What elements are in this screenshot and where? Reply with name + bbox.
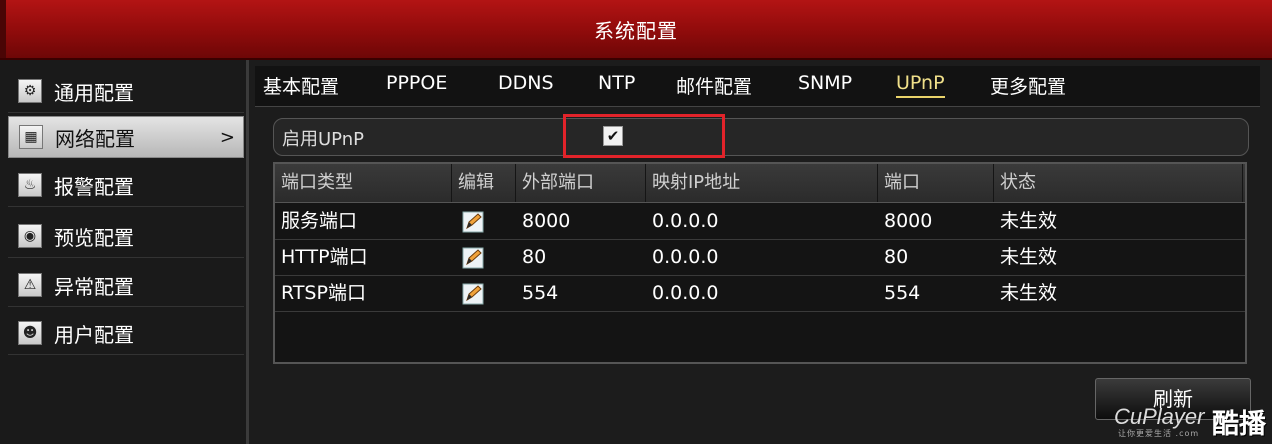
- eye-icon: ◉: [18, 224, 42, 248]
- tab-basic[interactable]: 基本配置: [263, 72, 339, 99]
- tab-snmp[interactable]: SNMP: [798, 72, 852, 94]
- title-bar-edge: [0, 0, 6, 58]
- upnp-enable-row: 启用UPnP ✔: [273, 118, 1249, 156]
- column-header-port: 端口: [878, 164, 994, 202]
- edit-icon[interactable]: [462, 211, 484, 233]
- sidebar-item-alarm[interactable]: ♨ 报警配置: [8, 164, 244, 207]
- sidebar-item-user[interactable]: ☻ 用户配置: [8, 312, 244, 355]
- chevron-right-icon: >: [219, 126, 235, 148]
- network-icon: ▦: [19, 125, 43, 149]
- cell-port-type: RTSP端口: [281, 282, 366, 304]
- cell-status: 未生效: [1000, 210, 1058, 232]
- window-title: 系统配置: [594, 18, 678, 43]
- edit-icon[interactable]: [462, 247, 484, 269]
- tab-bar: 基本配置 PPPOE DDNS NTP 邮件配置 SNMP UPnP 更多配置: [255, 66, 1260, 107]
- port-mapping-table: 端口类型 编辑 外部端口 映射IP地址 端口 状态 服务端口 8000 0.0.…: [273, 162, 1247, 364]
- cell-mapped-ip: 0.0.0.0: [652, 246, 719, 268]
- sidebar-item-label: 预览配置: [54, 225, 134, 250]
- sidebar-item-exception[interactable]: ⚠ 异常配置: [8, 264, 244, 307]
- tab-upnp[interactable]: UPnP: [896, 72, 945, 98]
- column-header-edit: 编辑: [452, 164, 516, 202]
- cell-port: 8000: [884, 210, 933, 232]
- cell-port: 554: [884, 282, 921, 304]
- users-icon: ☻: [18, 321, 42, 345]
- sidebar-item-general[interactable]: ⚙ 通用配置: [8, 70, 244, 113]
- sidebar: ⚙ 通用配置 ▦ 网络配置 > ♨ 报警配置 ◉ 预览配置 ⚠ 异常配置 ☻ 用…: [0, 60, 249, 444]
- cell-external-port: 8000: [522, 210, 571, 232]
- sidebar-item-label: 网络配置: [55, 126, 135, 151]
- cell-status: 未生效: [1000, 282, 1058, 304]
- main-content: 基本配置 PPPOE DDNS NTP 邮件配置 SNMP UPnP 更多配置 …: [249, 60, 1272, 444]
- column-header-mapped-ip: 映射IP地址: [646, 164, 878, 202]
- sidebar-item-label: 异常配置: [54, 274, 134, 299]
- cell-mapped-ip: 0.0.0.0: [652, 282, 719, 304]
- tab-ntp[interactable]: NTP: [598, 72, 635, 94]
- edit-icon[interactable]: [462, 283, 484, 305]
- table-row[interactable]: 服务端口 8000 0.0.0.0 8000 未生效: [275, 203, 1245, 240]
- table-row[interactable]: RTSP端口 554 0.0.0.0 554 未生效: [275, 275, 1245, 312]
- tab-more[interactable]: 更多配置: [990, 72, 1066, 99]
- gear-icon: ⚙: [18, 79, 42, 103]
- cell-port: 80: [884, 246, 909, 268]
- sidebar-item-label: 报警配置: [54, 174, 134, 199]
- cell-mapped-ip: 0.0.0.0: [652, 210, 719, 232]
- cell-port-type: HTTP端口: [281, 246, 368, 268]
- cell-port-type: 服务端口: [281, 210, 358, 232]
- column-header-external-port: 外部端口: [516, 164, 646, 202]
- tab-email[interactable]: 邮件配置: [676, 72, 752, 99]
- sidebar-item-network[interactable]: ▦ 网络配置 >: [8, 116, 244, 158]
- cell-status: 未生效: [1000, 246, 1058, 268]
- column-header-port-type: 端口类型: [275, 164, 452, 202]
- tab-pppoe[interactable]: PPPOE: [386, 72, 447, 94]
- alarm-icon: ♨: [18, 173, 42, 197]
- refresh-button[interactable]: 刷新: [1095, 378, 1251, 420]
- cell-external-port: 80: [522, 246, 547, 268]
- upnp-enable-label: 启用UPnP: [282, 129, 364, 150]
- column-header-status: 状态: [994, 164, 1243, 202]
- title-bar: 系统配置: [0, 0, 1272, 60]
- sidebar-item-label: 通用配置: [54, 80, 134, 105]
- table-header: 端口类型 编辑 外部端口 映射IP地址 端口 状态: [275, 164, 1245, 203]
- highlight-box: [563, 114, 725, 158]
- sidebar-item-preview[interactable]: ◉ 预览配置: [8, 215, 244, 258]
- table-row[interactable]: HTTP端口 80 0.0.0.0 80 未生效: [275, 239, 1245, 276]
- sidebar-item-label: 用户配置: [54, 322, 134, 347]
- cell-external-port: 554: [522, 282, 559, 304]
- tab-ddns[interactable]: DDNS: [498, 72, 554, 94]
- warning-icon: ⚠: [18, 273, 42, 297]
